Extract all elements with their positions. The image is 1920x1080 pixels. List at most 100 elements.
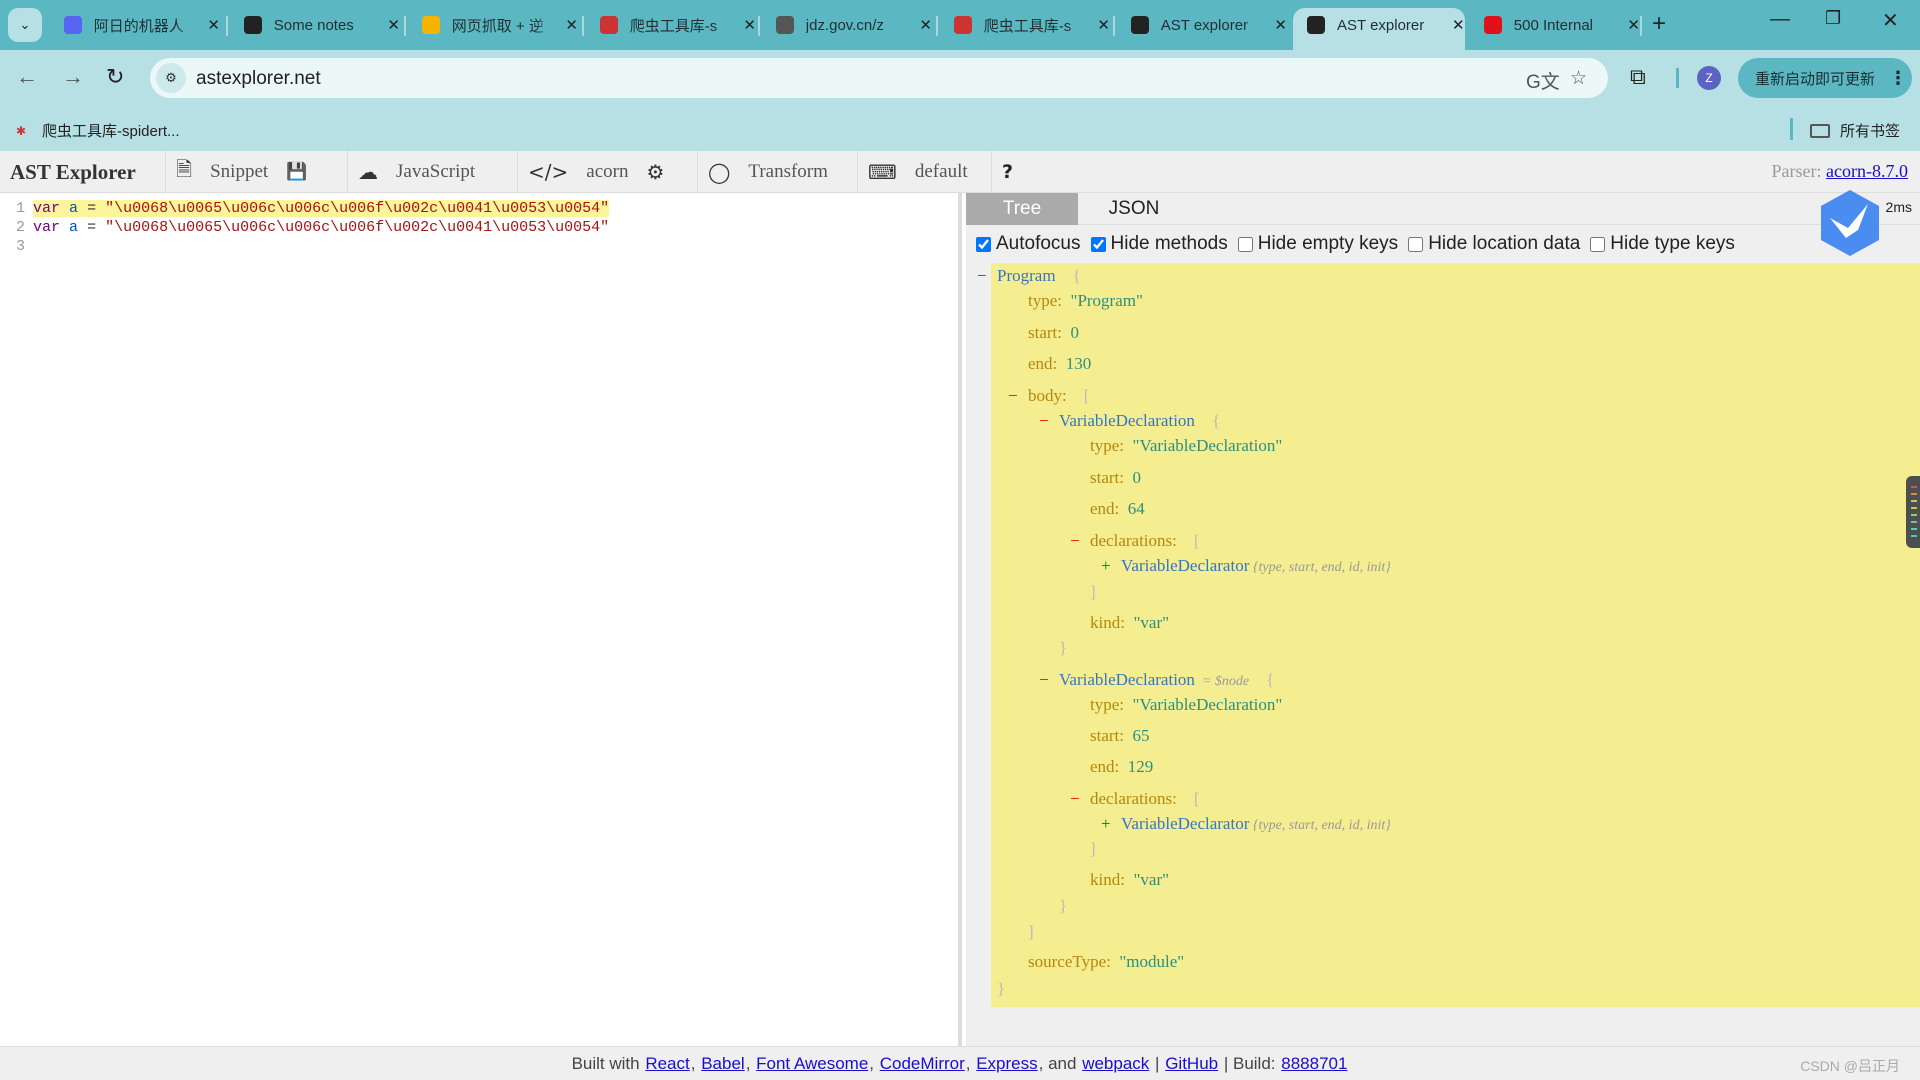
browser-tab[interactable]: 网页抓取 + 逆 ✕ xyxy=(408,8,578,42)
close-tab-icon[interactable]: ✕ xyxy=(565,16,578,34)
close-tab-icon[interactable]: ✕ xyxy=(1627,16,1640,34)
save-icon[interactable]: 💾 xyxy=(286,162,307,182)
keymap-menu[interactable]: ⌨ default xyxy=(858,151,992,193)
transform-toggle[interactable]: ◯ Transform xyxy=(698,151,858,193)
footer-link-express[interactable]: Express xyxy=(976,1054,1037,1074)
collapse-toggle[interactable]: − xyxy=(1039,410,1049,432)
tab-divider xyxy=(936,16,938,36)
value: "VariableDeclaration" xyxy=(1132,436,1283,455)
footer-link-babel[interactable]: Babel xyxy=(701,1054,744,1074)
language-menu[interactable]: ☁ JavaScript xyxy=(348,151,518,193)
close-window-icon[interactable]: ✕ xyxy=(1882,8,1899,33)
option-hide-type-keys[interactable]: Hide type keys xyxy=(1590,233,1735,255)
profile-avatar[interactable]: Z xyxy=(1697,66,1721,90)
translate-icon[interactable]: G文 xyxy=(1526,67,1560,94)
folder-icon xyxy=(1810,123,1830,138)
address-bar[interactable]: ⚙ astexplorer.net G文 ☆ xyxy=(150,58,1608,98)
extensions-icon[interactable]: ⧉ xyxy=(1630,64,1646,90)
checkbox[interactable] xyxy=(1408,236,1424,252)
browser-tab[interactable]: Some notes ✕ xyxy=(230,8,400,42)
footer-link-font-awesome[interactable]: Font Awesome xyxy=(756,1054,868,1074)
browser-tab[interactable]: 500 Internal ✕ xyxy=(1470,8,1640,42)
back-icon[interactable]: ← xyxy=(16,64,38,90)
help-button[interactable]: ? xyxy=(992,151,1026,193)
checkbox[interactable] xyxy=(1237,236,1253,252)
close-tab-icon[interactable]: ✕ xyxy=(743,16,756,34)
tree-token: kind: xyxy=(1090,613,1134,632)
footer-link-github[interactable]: GitHub xyxy=(1165,1054,1218,1074)
checkbox[interactable] xyxy=(976,236,991,252)
forward-icon[interactable]: → xyxy=(62,64,84,90)
collapse-toggle[interactable]: − xyxy=(1070,530,1080,552)
expand-toggle[interactable]: + xyxy=(1101,813,1111,835)
browser-tab[interactable]: AST explorer ✕ xyxy=(1293,8,1465,50)
scroll-handle[interactable] xyxy=(1906,476,1920,548)
node-name[interactable]: Program xyxy=(997,266,1056,285)
browser-tab-strip: ⌄ 阿日的机器人 ✕ Some notes ✕ 网页抓取 + 逆 ✕ 爬虫工具库-s ✕ jdz… xyxy=(0,0,1920,50)
node-name[interactable]: VariableDeclarator xyxy=(1121,556,1249,575)
update-label: 重新启动即可更新 xyxy=(1755,70,1876,88)
new-tab-button[interactable]: + xyxy=(1652,10,1666,38)
bookmarks-bar: ✱ 爬虫工具库-spidert... 所有书签 xyxy=(0,108,1920,151)
browser-tab[interactable]: AST explorer ✕ xyxy=(1117,8,1287,42)
gear-icon[interactable]: ⚙ xyxy=(646,160,664,184)
tab-search-button[interactable]: ⌄ xyxy=(8,8,42,42)
reload-icon[interactable]: ↻ xyxy=(106,64,124,90)
close-tab-icon[interactable]: ✕ xyxy=(387,16,400,34)
close-tab-icon[interactable]: ✕ xyxy=(1452,16,1465,34)
code-line: 3 xyxy=(0,237,33,256)
github-icon xyxy=(244,16,262,34)
browser-tab[interactable]: 爬虫工具库-s ✕ xyxy=(940,8,1110,42)
tab-json[interactable]: JSON xyxy=(1078,193,1190,225)
node-name[interactable]: VariableDeclaration xyxy=(1059,670,1195,689)
option-hide-methods[interactable]: Hide methods xyxy=(1090,233,1228,255)
tree-line: end: 129 xyxy=(1090,756,1153,778)
expand-toggle[interactable]: + xyxy=(1101,555,1111,577)
tree-token: start: xyxy=(1090,468,1133,487)
snippet-menu[interactable]: 🗎 Snippet 💾 xyxy=(166,151,348,193)
checkbox[interactable] xyxy=(1590,236,1606,252)
tab-title: 网页抓取 + 逆 xyxy=(451,17,544,35)
checkbox[interactable] xyxy=(1090,236,1106,252)
close-tab-icon[interactable]: ✕ xyxy=(919,16,932,34)
update-button[interactable]: 重新启动即可更新 ⋮ xyxy=(1738,58,1912,98)
url-text[interactable]: astexplorer.net xyxy=(196,68,321,90)
tab-tree[interactable]: Tree xyxy=(966,193,1078,225)
minimize-icon[interactable]: — xyxy=(1770,8,1790,31)
footer-link-webpack[interactable]: webpack xyxy=(1082,1054,1149,1074)
browser-tab[interactable]: 阿日的机器人 ✕ xyxy=(50,8,220,42)
footer-link-codemirror[interactable]: CodeMirror xyxy=(880,1054,965,1074)
collapse-toggle[interactable]: − xyxy=(1008,385,1018,407)
close-tab-icon[interactable]: ✕ xyxy=(207,16,220,34)
ghost-bot-icon xyxy=(64,16,82,34)
footer-link-react[interactable]: React xyxy=(645,1054,689,1074)
feedback-bird-icon[interactable] xyxy=(1818,188,1882,258)
option-hide-empty-keys[interactable]: Hide empty keys xyxy=(1237,233,1398,255)
ast-tree: − Program {type: "Program" start: 0 end: 13… xyxy=(977,263,1920,1007)
option-hide-location-data[interactable]: Hide location data xyxy=(1408,233,1580,255)
tree-line: ] xyxy=(1090,838,1096,860)
parser-version-link[interactable]: acorn-8.7.0 xyxy=(1826,161,1908,181)
node-name[interactable]: VariableDeclarator xyxy=(1121,814,1249,833)
close-tab-icon[interactable]: ✕ xyxy=(1274,16,1287,34)
option-label: Hide methods xyxy=(1110,233,1228,254)
footer-and: and xyxy=(1048,1053,1077,1073)
star-icon[interactable]: ☆ xyxy=(1570,67,1587,90)
close-tab-icon[interactable]: ✕ xyxy=(1097,16,1110,34)
more-menu-icon[interactable]: ⋮ xyxy=(1889,68,1907,89)
collapse-toggle[interactable]: − xyxy=(977,265,987,287)
browser-tab[interactable]: jdz.gov.cn/z ✕ xyxy=(762,8,932,42)
bookmark-item[interactable]: ✱ 爬虫工具库-spidert... xyxy=(16,120,180,141)
all-bookmarks-button[interactable]: 所有书签 xyxy=(1810,120,1900,141)
option-autofocus[interactable]: Autofocus xyxy=(976,233,1081,255)
code-editor[interactable]: 1 var a = "\u0068\u0065\u006c\u006c\u006f… xyxy=(0,193,962,1046)
globe-icon xyxy=(776,16,794,34)
site-info-icon[interactable]: ⚙ xyxy=(156,63,186,93)
browser-tab[interactable]: 爬虫工具库-s ✕ xyxy=(586,8,756,42)
parser-menu[interactable]: </> acorn ⚙ xyxy=(518,151,698,193)
collapse-toggle[interactable]: − xyxy=(1070,788,1080,810)
restore-icon[interactable]: ❐ xyxy=(1825,8,1841,29)
build-link[interactable]: 8888701 xyxy=(1281,1054,1347,1074)
node-name[interactable]: VariableDeclaration xyxy=(1059,411,1195,430)
collapse-toggle[interactable]: − xyxy=(1039,669,1049,691)
